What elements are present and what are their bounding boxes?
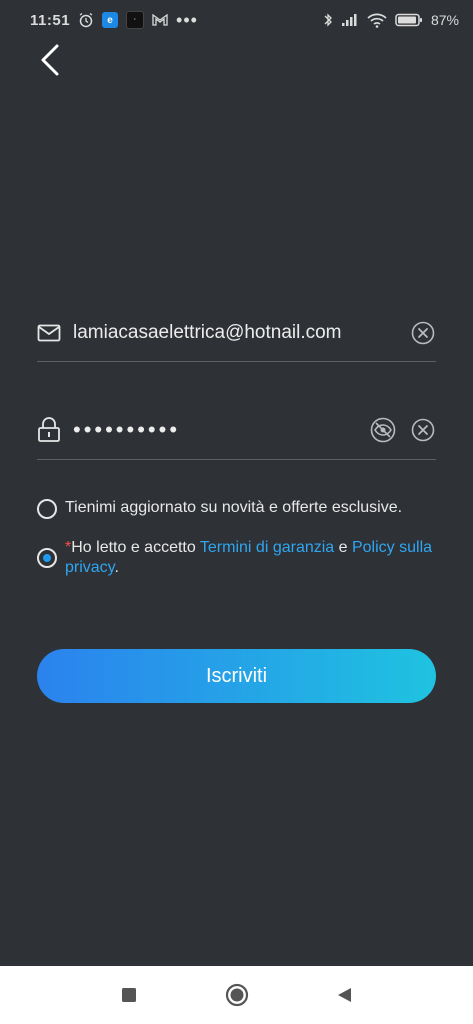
email-input[interactable]: lamiacasaelettrica@hotnail.com — [73, 322, 410, 344]
terms-checkbox-dot — [43, 554, 51, 562]
terms-text-and: e — [334, 539, 352, 556]
status-bar: 11:51 e · ••• 87% — [0, 0, 473, 40]
email-field[interactable]: lamiacasaelettrica@hotnail.com — [37, 305, 436, 362]
circle-home-icon — [225, 983, 248, 1007]
eye-off-icon — [370, 417, 396, 443]
app-notification-icon: e — [102, 12, 119, 28]
status-right: 87% — [323, 12, 459, 28]
newsletter-option[interactable]: Tienimi aggiornato su novità e offerte e… — [37, 498, 436, 519]
terms-option[interactable]: *Ho letto e accetto Termini di garanzia … — [37, 538, 436, 578]
status-left: 11:51 e · ••• — [30, 11, 198, 29]
system-nav-bar — [0, 966, 473, 1024]
system-back-button[interactable] — [330, 980, 360, 1010]
lock-icon — [37, 417, 63, 443]
terms-text-end: . — [114, 559, 119, 576]
newsletter-label: Tienimi aggiornato su novità e offerte e… — [65, 499, 403, 516]
clear-circle-icon — [411, 321, 435, 345]
terms-checkbox[interactable] — [37, 548, 57, 568]
envelope-icon — [37, 324, 63, 342]
alarm-icon — [78, 12, 94, 28]
square-icon — [121, 988, 136, 1002]
gmail-icon — [152, 13, 168, 27]
status-time: 11:51 — [30, 11, 71, 29]
signal-icon — [341, 13, 359, 27]
bluetooth-icon — [323, 12, 333, 28]
wifi-icon — [367, 13, 387, 28]
terms-text-before: Ho letto e accetto — [71, 539, 200, 556]
recent-apps-button[interactable] — [114, 980, 144, 1010]
battery-percent: 87% — [430, 12, 459, 28]
signup-button[interactable]: Iscriviti — [37, 649, 436, 703]
app-notification-dark-icon: · — [126, 11, 145, 29]
password-input[interactable]: •••••••••• — [73, 417, 370, 443]
newsletter-checkbox[interactable] — [37, 499, 57, 519]
warranty-terms-link[interactable]: Termini di garanzia — [200, 539, 334, 556]
toggle-password-visibility-button[interactable] — [370, 417, 396, 443]
back-button[interactable] — [30, 40, 70, 80]
home-button[interactable] — [222, 980, 252, 1010]
battery-icon — [395, 13, 423, 27]
clear-password-button[interactable] — [410, 417, 436, 443]
password-field[interactable]: •••••••••• — [37, 401, 436, 460]
terms-label: *Ho letto e accetto Termini di garanzia … — [65, 538, 436, 578]
clear-email-button[interactable] — [410, 320, 436, 346]
chevron-left-icon — [41, 44, 59, 76]
more-notifications-icon: ••• — [176, 10, 198, 30]
clear-circle-icon — [411, 418, 435, 442]
triangle-back-icon — [337, 988, 351, 1002]
